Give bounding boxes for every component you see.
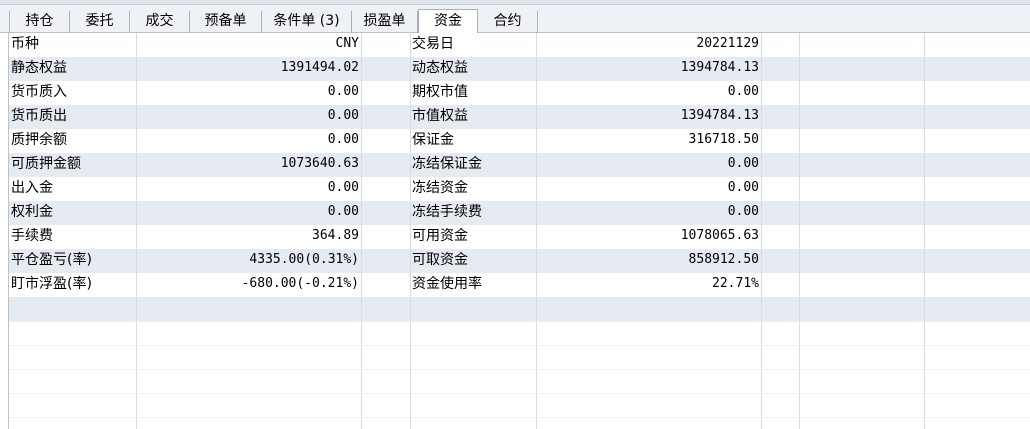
- row-label: 手续费: [11, 228, 53, 244]
- row-value: 858912.50: [688, 252, 759, 267]
- funds-row-premium[interactable]: 权利金 0.00 冻结手续费 0.00: [9, 201, 1030, 225]
- funds-row-deposit-withdraw[interactable]: 出入金 0.00 冻结资金 0.00: [9, 177, 1030, 201]
- row-label: 保证金: [412, 132, 454, 148]
- row-label: 资金使用率: [412, 276, 482, 292]
- tab-bar: 持仓 委托 成交 预备单 条件单 (3) 损盈单 资金 合约: [0, 5, 1030, 34]
- row-value: CNY: [335, 36, 359, 51]
- row-value: 316718.50: [688, 132, 759, 147]
- row-label: 冻结保证金: [412, 156, 482, 172]
- row-value: 0.00: [727, 156, 759, 171]
- empty-row: [9, 393, 1030, 417]
- row-label: 期权市值: [412, 84, 468, 100]
- row-label: 质押余额: [11, 132, 67, 148]
- row-value: 1073640.63: [280, 156, 359, 171]
- row-value: 0.00: [327, 204, 359, 219]
- funds-row-currency-pledge-out[interactable]: 货币质出 0.00 市值权益 1394784.13: [9, 105, 1030, 129]
- row-value: 1394784.13: [680, 108, 759, 123]
- empty-row: [9, 417, 1030, 429]
- row-label: 可用资金: [412, 228, 468, 244]
- funds-row-pledgeable-amount[interactable]: 可质押金额 1073640.63 冻结保证金 0.00: [9, 153, 1030, 177]
- tab-orders[interactable]: 委托: [70, 11, 130, 33]
- row-value: 0.00: [727, 180, 759, 195]
- row-value: 364.89: [312, 228, 359, 243]
- tab-prepared-orders[interactable]: 预备单: [190, 11, 262, 33]
- funds-row-pledge-balance[interactable]: 质押余额 0.00 保证金 316718.50: [9, 129, 1030, 153]
- row-label: 可质押金额: [11, 156, 81, 172]
- row-value: 0.00: [327, 108, 359, 123]
- row-label: 冻结手续费: [412, 204, 482, 220]
- row-label: 静态权益: [11, 60, 67, 76]
- funds-row-static-equity[interactable]: 静态权益 1391494.02 动态权益 1394784.13: [9, 57, 1030, 81]
- funds-row-mark-to-market-pnl[interactable]: 盯市浮盈(率) -680.00(-0.21%) 资金使用率 22.71%: [9, 273, 1030, 297]
- row-value: -680.00(-0.21%): [241, 276, 359, 291]
- row-value: 0.00: [327, 84, 359, 99]
- row-value: 0.00: [727, 204, 759, 219]
- grid-row-line: [9, 417, 1030, 418]
- row-label: 权利金: [11, 204, 53, 220]
- tab-contracts[interactable]: 合约: [478, 11, 538, 33]
- tab-stop-orders[interactable]: 损盈单: [352, 11, 418, 33]
- empty-row: [9, 321, 1030, 345]
- row-value: 0.00: [727, 84, 759, 99]
- grid-row-line: [9, 369, 1030, 370]
- row-label: 货币质出: [11, 108, 67, 124]
- row-label: 可取资金: [412, 252, 468, 268]
- funds-row-commission[interactable]: 手续费 364.89 可用资金 1078065.63: [9, 225, 1030, 249]
- row-value: 22.71%: [712, 276, 759, 291]
- row-label: 市值权益: [412, 108, 468, 124]
- row-value: 1078065.63: [680, 228, 759, 243]
- row-label: 动态权益: [412, 60, 468, 76]
- tab-conditional-orders[interactable]: 条件单 (3): [262, 11, 352, 33]
- row-value: 20221129: [696, 36, 759, 51]
- funds-row-currency-pledge-in[interactable]: 货币质入 0.00 期权市值 0.00: [9, 81, 1030, 105]
- empty-row: [9, 369, 1030, 393]
- row-value: 0.00: [327, 132, 359, 147]
- tab-funds[interactable]: 资金: [418, 9, 478, 34]
- row-label: 交易日: [412, 36, 454, 52]
- row-value: 1394784.13: [680, 60, 759, 75]
- funds-row-currency[interactable]: 币种 CNY 交易日 20221129: [9, 33, 1030, 57]
- row-label: 盯市浮盈(率): [11, 276, 92, 292]
- grid-row-line: [9, 393, 1030, 394]
- row-label: 币种: [11, 36, 39, 52]
- funds-row-close-pnl[interactable]: 平仓盈亏(率) 4335.00(0.31%) 可取资金 858912.50: [9, 249, 1030, 273]
- grid-row-line: [9, 345, 1030, 346]
- row-label: 平仓盈亏(率): [11, 252, 92, 268]
- row-label: 出入金: [11, 180, 53, 196]
- row-label: 货币质入: [11, 84, 67, 100]
- tab-positions[interactable]: 持仓: [10, 11, 70, 33]
- funds-grid: 币种 CNY 交易日 20221129 静态权益 1391494.02 动态权益 139478…: [8, 33, 1030, 429]
- empty-selected-row[interactable]: [9, 297, 1030, 321]
- row-label: 冻结资金: [412, 180, 468, 196]
- tab-trades[interactable]: 成交: [130, 11, 190, 33]
- row-value: 1391494.02: [280, 60, 359, 75]
- row-value: 0.00: [327, 180, 359, 195]
- row-value: 4335.00(0.31%): [249, 252, 359, 267]
- empty-row: [9, 345, 1030, 369]
- grid-row-line: [9, 321, 1030, 322]
